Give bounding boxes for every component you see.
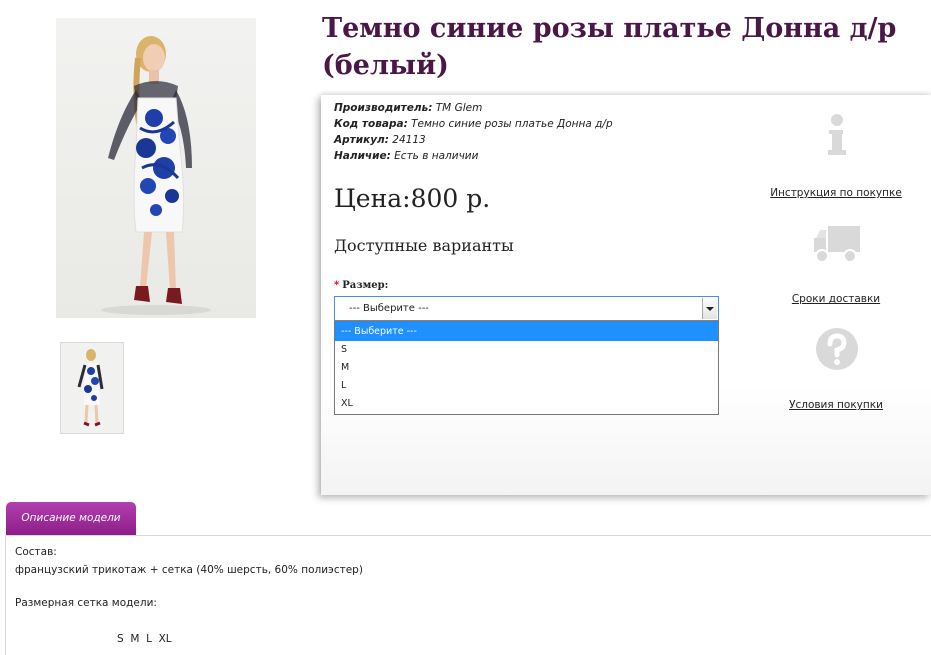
product-code-value: Темно синие розы платье Донна д/р [411,118,613,130]
size-dropdown-list: --- Выберите --- S M L XL [334,321,719,415]
product-details: Производитель: TM Glem Код товара: Темно… [334,100,613,164]
size-label: * Размер: [334,280,389,291]
tab-description[interactable]: Описание модели [6,502,136,535]
composition-text: французский трикотаж + сетка (40% шерсть… [15,564,363,576]
size-option-placeholder[interactable]: --- Выберите --- [335,322,718,341]
article-value: 24113 [392,134,426,146]
product-price: Цена:800 р. [334,184,491,213]
size-option-xl[interactable]: XL [335,395,718,413]
size-select[interactable]: --- Выберите --- [334,296,719,321]
dress-thumbnail-photo [77,349,104,427]
size-option-l[interactable]: L [335,377,718,395]
manufacturer-row: Производитель: TM Glem [334,102,483,114]
size-chart-sizes: S M L XL [117,633,172,645]
availability-row: Наличие: Есть в наличии [334,150,479,162]
chevron-down-icon[interactable] [702,298,717,319]
variants-heading: Доступные варианты [334,236,514,255]
delivery-terms-link[interactable]: Сроки доставки [756,293,916,305]
delivery-truck-icon [814,226,860,263]
size-option-s[interactable]: S [335,341,718,359]
availability-value: Есть в наличии [394,150,479,162]
size-select-value: --- Выберите --- [349,303,429,314]
product-title: Темно синие розы платье Донна д/р (белый… [322,13,897,81]
size-chart-label: Размерная сетка модели: [15,597,157,609]
question-icon [816,328,858,370]
dress-model-photo [101,36,211,315]
required-mark: * [334,280,340,291]
composition-label: Состав: [15,546,57,558]
article-row: Артикул: 24113 [334,134,426,146]
instruction-link[interactable]: Инструкция по покупке [756,187,916,199]
manufacturer-value: TM Glem [435,102,483,114]
product-code-row: Код товара: Темно синие розы платье Донн… [334,118,613,130]
product-thumbnail[interactable] [60,342,124,434]
product-main-image[interactable] [56,18,256,318]
info-icon [828,114,846,155]
size-option-m[interactable]: M [335,359,718,377]
purchase-terms-link[interactable]: Условия покупки [756,399,916,411]
